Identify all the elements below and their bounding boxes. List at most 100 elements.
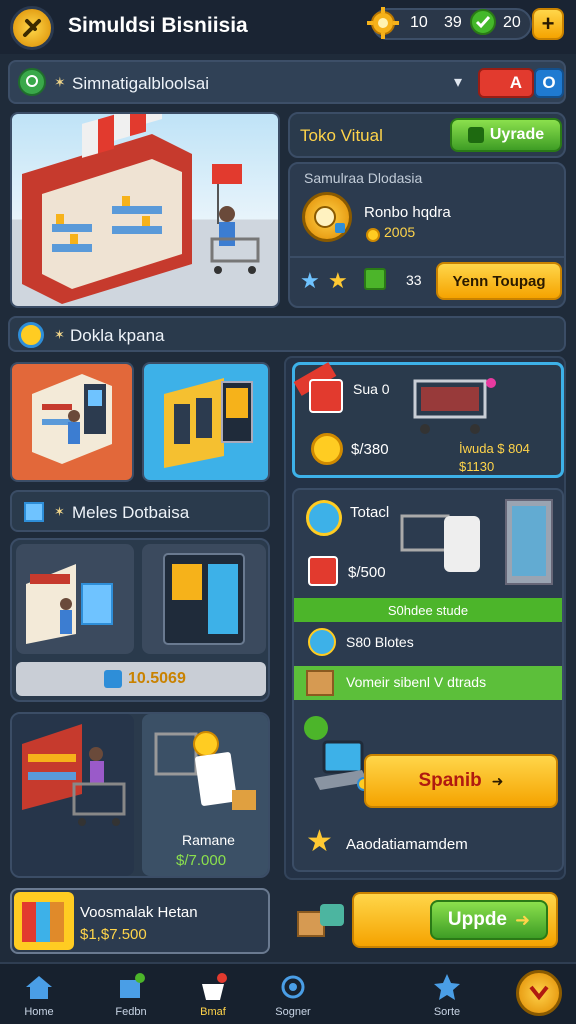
books-icon bbox=[14, 892, 74, 950]
feed-icon bbox=[116, 972, 146, 1002]
featured-price-1: $/380 bbox=[351, 441, 389, 458]
nav-home-label: Home bbox=[24, 1006, 54, 1018]
coin-icon bbox=[366, 226, 380, 244]
shop-counter-tile[interactable] bbox=[10, 362, 134, 482]
section-1-title: Dokla kpana bbox=[70, 326, 165, 345]
tile-bottom-title: Ramane bbox=[182, 832, 235, 848]
bottom-upgrade-frame: Uppde ➜ bbox=[352, 892, 558, 948]
featured-price-3: $1130 bbox=[459, 459, 495, 474]
tile-bottom-price: $/7.000 bbox=[176, 852, 227, 869]
box-icon bbox=[24, 502, 44, 522]
stat-3-value: 20 bbox=[503, 14, 521, 31]
featured-price-2: İwuda $ 804 bbox=[459, 441, 530, 456]
app-title: Simuldsi Bisniisia bbox=[68, 14, 248, 37]
fridge-tile[interactable] bbox=[142, 544, 266, 654]
coin-stack-icon bbox=[311, 433, 343, 465]
cart-icon bbox=[407, 371, 497, 441]
star-blue-icon: ★ bbox=[300, 268, 320, 293]
store-detail-title: Totacl bbox=[350, 504, 390, 521]
featured-card[interactable]: Sua 0 $/380 İwuda $ 804 $1130 bbox=[292, 362, 564, 478]
gear-icon[interactable] bbox=[366, 6, 400, 40]
nav-search[interactable]: Sogner bbox=[258, 972, 328, 1018]
gift-icon bbox=[364, 268, 386, 290]
business-avatar-icon bbox=[302, 192, 352, 242]
upgrade-icon bbox=[467, 127, 484, 143]
store-detail-card: Totacl $/500 S0hdee stude S80 Blotes Vom… bbox=[292, 488, 564, 872]
card-divider bbox=[290, 256, 564, 258]
flag-a-badge[interactable]: A bbox=[478, 68, 534, 98]
shop-bag-icon bbox=[198, 972, 228, 1002]
bottom-upgrade-button[interactable]: Uppde ➜ bbox=[430, 900, 548, 940]
shelf-shopper-tile[interactable] bbox=[12, 714, 134, 876]
crates-icon bbox=[294, 894, 348, 942]
flag-o-badge[interactable]: O bbox=[534, 68, 564, 98]
business-subtitle: Samulraa Dlodasia bbox=[304, 170, 423, 186]
nav-feed[interactable]: Fedbn bbox=[96, 972, 166, 1018]
upgrade-button[interactable]: Uyrade bbox=[450, 118, 562, 152]
home-icon bbox=[24, 972, 54, 1002]
coin-badge-icon bbox=[18, 322, 44, 348]
subheader-title: Simnatigalbloolsai bbox=[72, 74, 210, 93]
app-logo-icon[interactable] bbox=[10, 6, 54, 50]
flag-a-label: A bbox=[509, 73, 522, 92]
spin-button[interactable]: Spanib ➜ bbox=[364, 754, 558, 808]
location-icon bbox=[18, 68, 46, 96]
star-icon: ★ bbox=[306, 825, 333, 858]
plus-label: + bbox=[541, 11, 555, 36]
sparkle-icon-3: ✶ bbox=[54, 504, 65, 519]
price-bar-value: 10.5069 bbox=[128, 670, 186, 687]
bottom-nav: Home Fedbn Bmaf Sogner Sorte bbox=[0, 962, 576, 1024]
subheader-bar: ✶ Simnatigalbloolsai ▾ A O bbox=[8, 60, 566, 104]
nav-shop-label: Bmaf bbox=[200, 1006, 226, 1018]
stat-2-value: 39 bbox=[444, 14, 462, 31]
profile-button[interactable] bbox=[516, 970, 562, 1016]
sparkle-icon: ✶ bbox=[54, 74, 66, 90]
green-strip-label: S0hdee stude bbox=[387, 602, 469, 618]
stat-1-value: 10 bbox=[410, 14, 428, 31]
open-shop-label: Yenn Toupag bbox=[452, 272, 546, 290]
upgrade-label: Uyrade bbox=[489, 126, 545, 143]
star-nav-icon bbox=[432, 972, 462, 1002]
arrow-right-icon: ➜ bbox=[491, 772, 504, 789]
bottom-label: Aaodatiamamdem bbox=[346, 836, 468, 853]
chevron-down-icon[interactable]: ▾ bbox=[454, 72, 462, 92]
star-gold-icon: ★ bbox=[328, 268, 348, 293]
laptop-icon bbox=[302, 712, 372, 798]
nav-shop[interactable]: Bmaf bbox=[178, 972, 248, 1018]
section-2-title: Meles Dotbaisa bbox=[72, 503, 190, 522]
nav-sort-label: Sorte bbox=[433, 1006, 461, 1018]
tag-icon bbox=[104, 670, 122, 688]
store-detail-price: $/500 bbox=[348, 564, 386, 581]
present-icon bbox=[308, 556, 338, 586]
row-1-label: S80 Blotes bbox=[346, 634, 414, 650]
mini-market-panel: 10.5069 bbox=[10, 538, 270, 702]
nav-sort[interactable]: Sorte bbox=[412, 972, 482, 1018]
bottom-offer-price: $1,$7.500 bbox=[80, 926, 147, 943]
top-bar: Simuldsi Bisniisia 10 39 20 + bbox=[0, 0, 576, 54]
kiosk-tile[interactable] bbox=[16, 544, 134, 654]
open-shop-button[interactable]: Yenn Toupag bbox=[436, 262, 562, 300]
vending-tile[interactable] bbox=[142, 362, 270, 482]
add-currency-button[interactable]: + bbox=[532, 8, 564, 40]
bottom-offer-panel[interactable]: Voosmalak Hetan $1,$7.500 bbox=[10, 888, 270, 954]
business-name: Ronbo hqdra bbox=[364, 204, 451, 221]
bottom-offer-title: Voosmalak Hetan bbox=[80, 904, 198, 921]
store-illustration[interactable] bbox=[10, 112, 280, 308]
featured-label: Sua 0 bbox=[353, 381, 390, 397]
business-coins: 2005 bbox=[384, 224, 416, 240]
nav-search-label: Sogner bbox=[275, 1006, 311, 1018]
item-count: 33 bbox=[406, 272, 422, 288]
wrench-icon bbox=[308, 628, 336, 656]
business-info-card: Samulraa Dlodasia Ronbo hqdra 2005 ★ ★ 3… bbox=[288, 162, 566, 308]
toko-card: Toko Vitual Uyrade bbox=[288, 112, 566, 158]
spin-label: Spanib bbox=[418, 770, 482, 791]
gift-badge-icon bbox=[306, 500, 342, 536]
bottom-upgrade-label: Uppde bbox=[447, 909, 507, 930]
nav-home[interactable]: Home bbox=[4, 972, 74, 1018]
nav-feed-label: Fedbn bbox=[115, 1006, 147, 1018]
crate-icon bbox=[306, 670, 334, 696]
receipt-tile[interactable]: Ramane $/7.000 bbox=[142, 714, 268, 876]
flag-o-label: O bbox=[542, 73, 556, 92]
section-1-header: ✶ Dokla kpana bbox=[8, 316, 566, 352]
tablet-icon bbox=[309, 379, 343, 413]
